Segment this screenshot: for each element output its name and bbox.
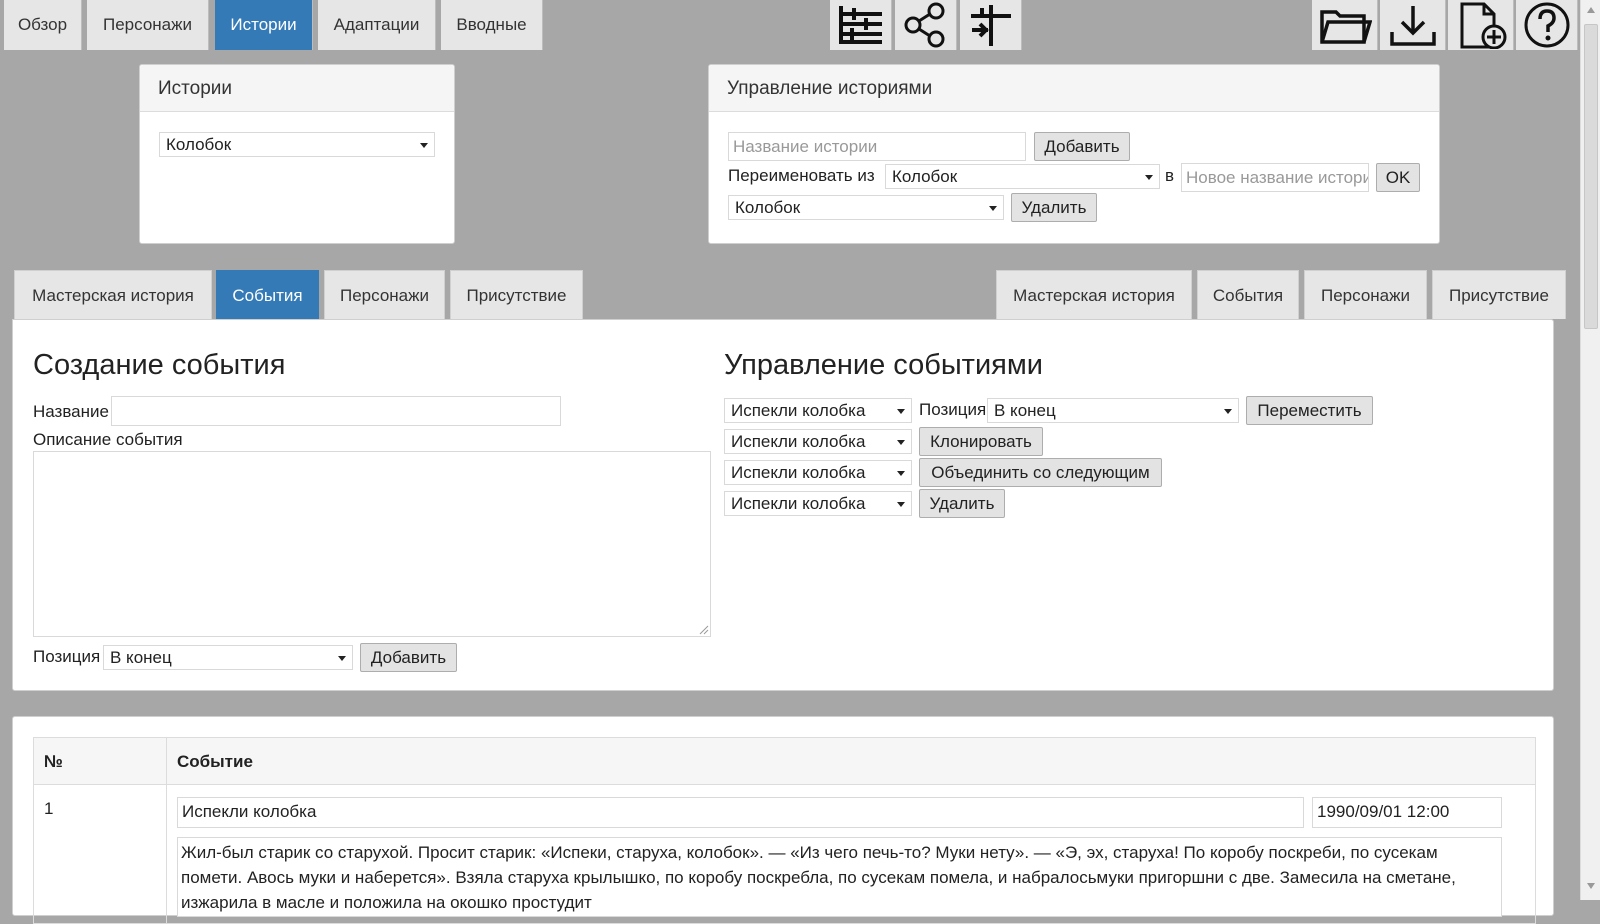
scroll-down-arrow-icon[interactable] bbox=[1586, 882, 1596, 890]
split-button[interactable] bbox=[960, 0, 1022, 50]
subtab-master-story[interactable]: Мастерская история bbox=[14, 270, 212, 319]
event-position-value: В конец bbox=[110, 648, 172, 667]
table-header-event: Событие bbox=[166, 737, 1536, 785]
tab-briefings[interactable]: Вводные bbox=[441, 0, 543, 50]
stories-panel: Истории Колобок bbox=[139, 64, 455, 244]
event-description-label: Описание события bbox=[33, 430, 183, 449]
clone-event-value: Испекли колобка bbox=[731, 432, 866, 451]
move-event-select[interactable]: Испекли колобка bbox=[724, 398, 912, 423]
rename-from-select[interactable]: Колобок bbox=[885, 164, 1160, 189]
delete-story-button[interactable]: Удалить bbox=[1011, 193, 1097, 222]
merge-event-button[interactable]: Объединить со следующим bbox=[919, 458, 1162, 487]
clone-event-button[interactable]: Клонировать bbox=[919, 427, 1043, 456]
chevron-down-icon bbox=[1145, 175, 1153, 180]
new-file-button[interactable] bbox=[1448, 0, 1514, 50]
add-event-button[interactable]: Добавить bbox=[360, 643, 457, 672]
event-name-row-input[interactable]: Испекли колобка bbox=[177, 797, 1304, 828]
new-story-name-input[interactable]: Новое название истори bbox=[1181, 163, 1369, 192]
event-position-select[interactable]: В конец bbox=[103, 645, 353, 670]
table-header-event-label: Событие bbox=[177, 752, 253, 771]
delete-event-button[interactable]: Удалить bbox=[919, 489, 1005, 518]
move-event-button[interactable]: Переместить bbox=[1246, 396, 1373, 425]
manage-events-title: Управление событиями bbox=[724, 349, 1043, 381]
subtab-right-characters[interactable]: Персонажи bbox=[1304, 270, 1427, 319]
event-time-input[interactable]: 1990/09/01 12:00 bbox=[1312, 797, 1502, 828]
scroll-up-arrow-icon[interactable] bbox=[1586, 6, 1596, 14]
delete-story-value: Колобок bbox=[735, 198, 801, 217]
event-name-input[interactable] bbox=[111, 396, 561, 426]
subtab-events[interactable]: События bbox=[216, 270, 319, 319]
subtab-presence[interactable]: Присутствие bbox=[450, 270, 583, 319]
tab-stories[interactable]: Истории bbox=[215, 0, 313, 50]
tab-overview[interactable]: Обзор bbox=[4, 0, 82, 50]
event-name-label: Название bbox=[33, 402, 109, 421]
download-button[interactable] bbox=[1380, 0, 1446, 50]
chevron-down-icon bbox=[338, 656, 346, 661]
delete-story-select[interactable]: Колобок bbox=[728, 195, 1004, 220]
event-description-textarea[interactable] bbox=[33, 451, 711, 637]
folder-open-icon bbox=[1319, 10, 1372, 44]
delete-event-select[interactable]: Испекли колобка bbox=[724, 491, 912, 516]
table-header-num-label: № bbox=[44, 752, 63, 771]
events-panel: Создание события Название Описание событ… bbox=[12, 319, 1554, 691]
subtab-characters[interactable]: Персонажи bbox=[324, 270, 445, 319]
page-scrollbar[interactable] bbox=[1580, 0, 1600, 900]
move-event-value: Испекли колобка bbox=[731, 401, 866, 420]
tab-adaptations[interactable]: Адаптации bbox=[318, 0, 436, 50]
chevron-down-icon bbox=[1224, 409, 1232, 414]
event-description-row-textarea[interactable]: Жил-был старик со старухой. Просит стари… bbox=[177, 837, 1502, 917]
chevron-down-icon bbox=[897, 409, 905, 414]
share-graph-icon bbox=[904, 2, 944, 48]
help-button[interactable] bbox=[1516, 0, 1578, 50]
events-table-panel: № Событие 1 Испекли колобка 1990/09/01 1… bbox=[12, 716, 1554, 924]
stories-panel-title: Истории bbox=[140, 65, 454, 112]
open-button[interactable] bbox=[1312, 0, 1378, 50]
chevron-down-icon bbox=[420, 143, 428, 148]
delete-event-value: Испекли колобка bbox=[731, 494, 866, 513]
tab-characters[interactable]: Персонажи bbox=[87, 0, 209, 50]
manage-stories-title: Управление историями bbox=[709, 65, 1439, 112]
clone-event-select[interactable]: Испекли колобка bbox=[724, 429, 912, 454]
table-row-num-cell: 1 bbox=[33, 784, 167, 924]
subtab-right-presence[interactable]: Присутствие bbox=[1432, 270, 1566, 319]
timeline-button[interactable] bbox=[830, 0, 892, 50]
chevron-down-icon bbox=[897, 502, 905, 507]
story-select-value: Колобок bbox=[166, 135, 232, 154]
rename-ok-button[interactable]: OK bbox=[1376, 163, 1420, 192]
move-position-value: В конец bbox=[994, 401, 1056, 420]
timeline-icon bbox=[838, 6, 882, 44]
create-event-title: Создание события bbox=[33, 349, 286, 381]
table-row-event-cell: Испекли колобка 1990/09/01 12:00 Жил-был… bbox=[166, 784, 1536, 924]
event-position-label: Позиция bbox=[33, 647, 101, 666]
new-file-icon bbox=[1460, 2, 1506, 49]
split-icon bbox=[970, 5, 1011, 46]
resize-handle-icon[interactable] bbox=[697, 623, 709, 635]
scrollbar-thumb[interactable] bbox=[1584, 24, 1598, 329]
move-position-label: Позиция bbox=[919, 400, 987, 419]
story-select[interactable]: Колобок bbox=[159, 132, 435, 157]
merge-event-value: Испекли колобка bbox=[731, 463, 866, 482]
chevron-down-icon bbox=[989, 206, 997, 211]
chevron-down-icon bbox=[897, 440, 905, 445]
share-graph-button[interactable] bbox=[895, 0, 957, 50]
add-story-button[interactable]: Добавить bbox=[1034, 132, 1130, 161]
story-name-input[interactable]: Название истории bbox=[728, 132, 1026, 161]
rename-from-value: Колобок bbox=[892, 167, 958, 186]
manage-stories-panel: Управление историями Название истории До… bbox=[708, 64, 1440, 244]
rename-from-label: Переименовать из bbox=[728, 166, 875, 185]
rename-to-label: в bbox=[1165, 166, 1175, 185]
move-position-select[interactable]: В конец bbox=[987, 398, 1239, 423]
subtab-right-events[interactable]: События bbox=[1197, 270, 1299, 319]
merge-event-select[interactable]: Испекли колобка bbox=[724, 460, 912, 485]
download-icon bbox=[1389, 6, 1436, 46]
help-icon bbox=[1524, 2, 1569, 48]
event-number: 1 bbox=[44, 799, 54, 818]
table-header-num: № bbox=[33, 737, 167, 785]
chevron-down-icon bbox=[897, 471, 905, 476]
subtab-right-master-story[interactable]: Мастерская история bbox=[996, 270, 1192, 319]
